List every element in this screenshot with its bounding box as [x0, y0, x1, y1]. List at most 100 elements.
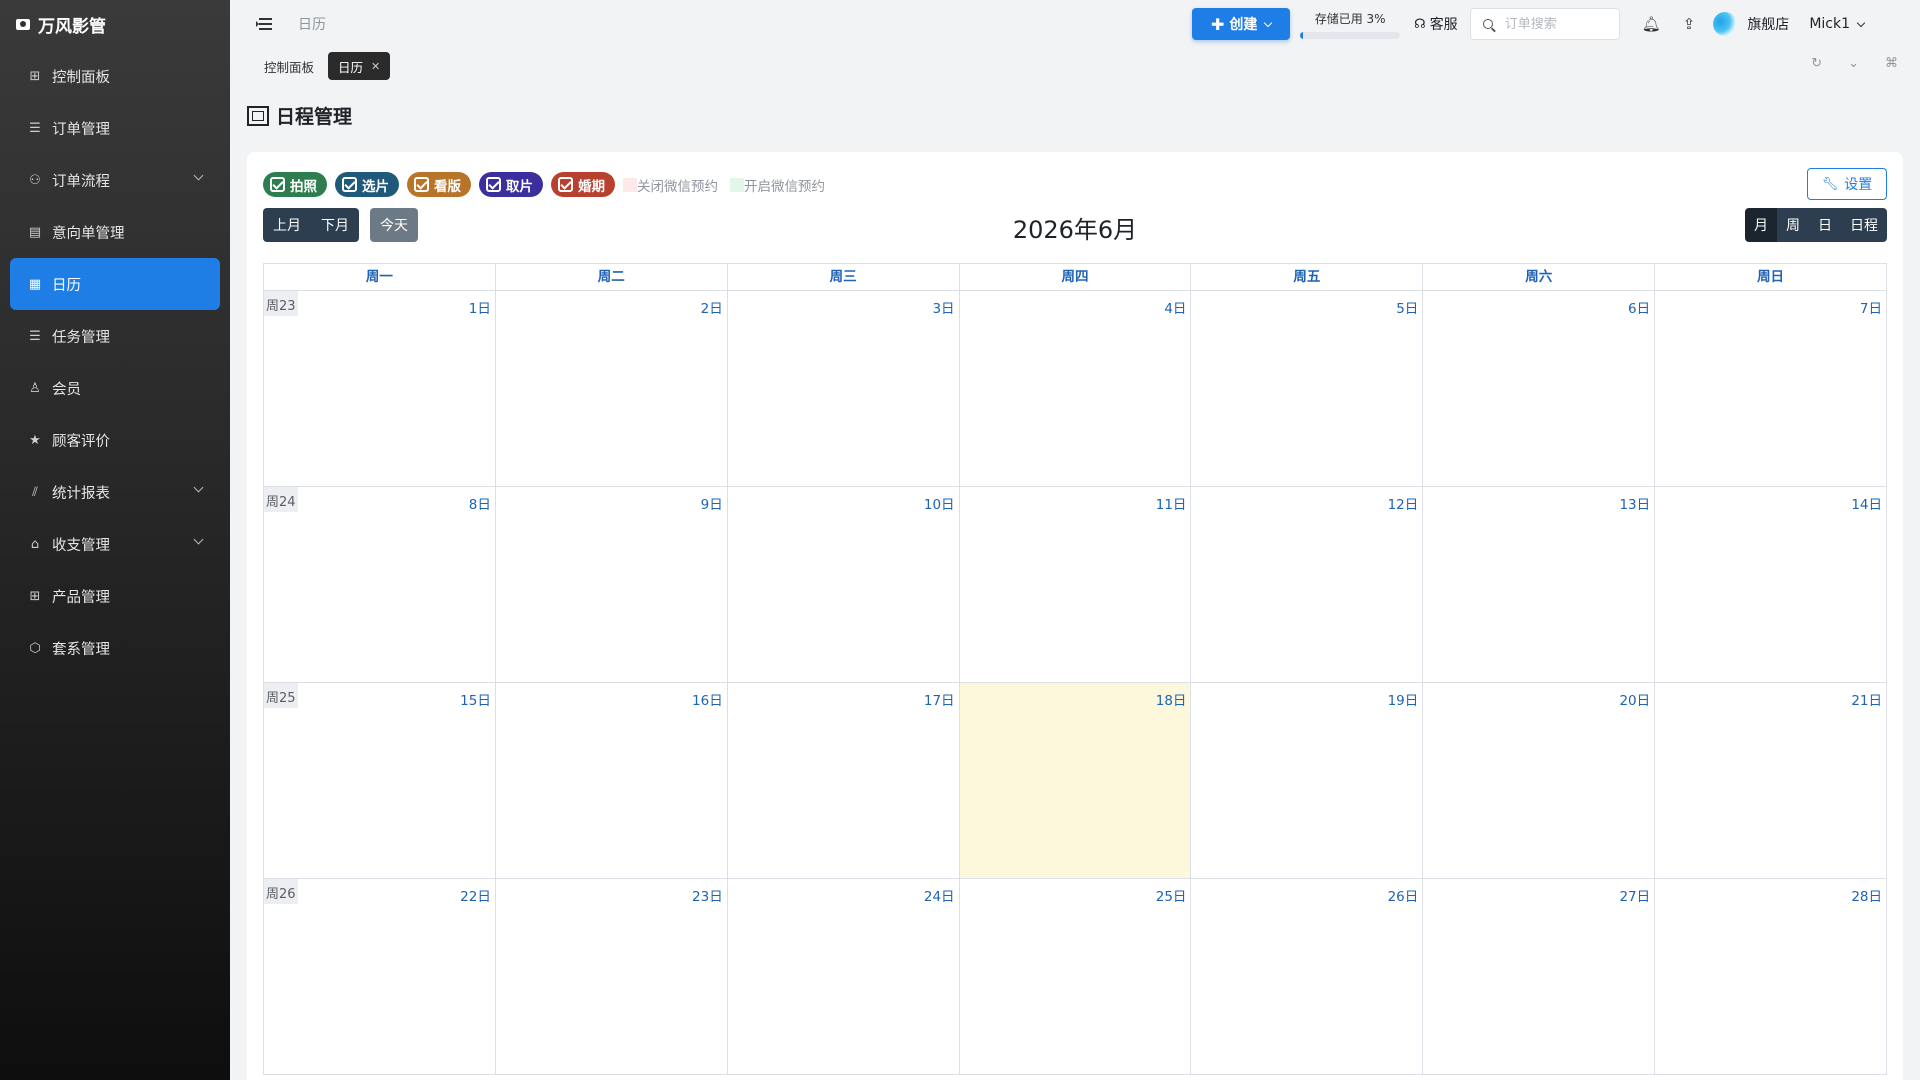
legend-chip[interactable]: 婚期	[551, 172, 615, 197]
menu-toggle-icon[interactable]	[256, 18, 272, 30]
sidebar-item[interactable]: ⬡ 套系管理	[10, 622, 220, 674]
legend-chip[interactable]: 拍照	[263, 172, 327, 197]
day-cell[interactable]: 9日	[495, 487, 728, 683]
chevron-down-icon[interactable]: ⌄	[1848, 56, 1859, 71]
day-number[interactable]: 27日	[1619, 885, 1650, 905]
view-button[interactable]: 月	[1745, 208, 1777, 242]
day-number[interactable]: 11日	[1156, 493, 1187, 513]
day-cell[interactable]: 16日	[495, 683, 728, 879]
sidebar-item[interactable]: ▦ 日历	[10, 258, 220, 310]
customer-service-button[interactable]: ☊ 客服	[1414, 14, 1458, 34]
breadcrumb[interactable]: 日历	[298, 14, 326, 34]
legend-label: 开启微信预约	[744, 178, 825, 195]
day-number[interactable]: 19日	[1388, 689, 1419, 709]
legend-chip[interactable]: 取片	[479, 172, 543, 197]
legend-chip[interactable]: 选片	[335, 172, 399, 197]
day-number[interactable]: 16日	[692, 689, 723, 709]
close-icon[interactable]: ✕	[371, 60, 380, 73]
tab-calendar[interactable]: 日历 ✕	[328, 52, 391, 80]
view-button[interactable]: 日程	[1841, 208, 1887, 242]
sidebar-item[interactable]: ★ 顾客评价	[10, 414, 220, 466]
day-cell[interactable]: 15日	[264, 683, 496, 879]
day-number[interactable]: 22日	[460, 885, 491, 905]
day-cell[interactable]: 10日	[727, 487, 960, 683]
day-cell[interactable]: 3日	[727, 291, 960, 487]
order-search[interactable]	[1469, 8, 1620, 40]
day-number[interactable]: 14日	[1851, 493, 1882, 513]
week-number[interactable]: 周25	[264, 683, 298, 708]
day-cell[interactable]: 21日	[1655, 683, 1887, 879]
week-number[interactable]: 周26	[264, 879, 298, 904]
day-number[interactable]: 28日	[1851, 885, 1882, 905]
day-number[interactable]: 18日	[1156, 689, 1187, 709]
day-cell[interactable]: 6日	[1423, 291, 1656, 487]
day-cell[interactable]: 4日	[959, 291, 1192, 487]
day-cell[interactable]: 11日	[959, 487, 1192, 683]
day-number[interactable]: 24日	[924, 885, 955, 905]
day-number[interactable]: 6日	[1628, 297, 1650, 317]
day-cell[interactable]: 12日	[1191, 487, 1424, 683]
day-number[interactable]: 5日	[1396, 297, 1418, 317]
day-cell[interactable]: 17日	[727, 683, 960, 879]
day-cell[interactable]: 27日	[1423, 879, 1656, 1075]
bell-icon[interactable]: 🔔︎	[1642, 15, 1661, 33]
day-cell[interactable]: 19日	[1191, 683, 1424, 879]
week-number[interactable]: 周23	[264, 291, 298, 316]
day-number[interactable]: 23日	[692, 885, 723, 905]
sidebar-item[interactable]: ☰ 任务管理	[10, 310, 220, 362]
day-number[interactable]: 20日	[1619, 689, 1650, 709]
day-cell[interactable]: 20日	[1423, 683, 1656, 879]
view-button[interactable]: 日	[1809, 208, 1841, 242]
sidebar-item[interactable]: ⊞ 控制面板	[10, 50, 220, 102]
refresh-icon[interactable]: ↻	[1811, 56, 1822, 71]
day-cell[interactable]: 1日	[264, 291, 496, 487]
day-cell[interactable]: 22日	[264, 879, 496, 1075]
user-menu[interactable]: Mick1	[1809, 16, 1866, 32]
sidebar-item[interactable]: ⊞ 产品管理	[10, 570, 220, 622]
fullscreen-icon[interactable]: ⌘	[1885, 56, 1898, 71]
day-cell[interactable]: 28日	[1655, 879, 1887, 1075]
day-cell[interactable]: 2日	[495, 291, 728, 487]
create-button[interactable]: ✚ 创建	[1192, 8, 1291, 40]
day-number[interactable]: 21日	[1851, 689, 1882, 709]
upload-icon[interactable]: ⇪	[1683, 15, 1696, 33]
day-cell[interactable]: 26日	[1191, 879, 1424, 1075]
sidebar-item[interactable]: ♙ 会员	[10, 362, 220, 414]
day-cell[interactable]: 14日	[1655, 487, 1887, 683]
day-cell[interactable]: 23日	[495, 879, 728, 1075]
day-number[interactable]: 2日	[701, 297, 723, 317]
day-number[interactable]: 15日	[460, 689, 491, 709]
sidebar-item[interactable]: ⚇ 订单流程	[10, 154, 220, 206]
sidebar-item[interactable]: ☰ 订单管理	[10, 102, 220, 154]
day-number[interactable]: 10日	[924, 493, 955, 513]
day-number[interactable]: 8日	[469, 493, 491, 513]
day-number[interactable]: 9日	[701, 493, 723, 513]
week-number[interactable]: 周24	[264, 487, 298, 512]
sidebar-item[interactable]: ▤ 意向单管理	[10, 206, 220, 258]
legend-chip[interactable]: 看版	[407, 172, 471, 197]
day-cell[interactable]: 8日	[264, 487, 496, 683]
view-button[interactable]: 周	[1777, 208, 1809, 242]
day-number[interactable]: 12日	[1388, 493, 1419, 513]
day-cell-today[interactable]: 18日	[959, 683, 1192, 879]
day-number[interactable]: 25日	[1156, 885, 1187, 905]
day-number[interactable]: 13日	[1619, 493, 1650, 513]
day-cell[interactable]: 25日	[959, 879, 1192, 1075]
brand[interactable]: 万风影管	[0, 0, 230, 48]
day-number[interactable]: 17日	[924, 689, 955, 709]
tab-dashboard[interactable]: 控制面板	[254, 52, 324, 80]
sidebar-item[interactable]: ⫽ 统计报表	[10, 466, 220, 518]
day-number[interactable]: 1日	[469, 297, 491, 317]
day-cell[interactable]: 24日	[727, 879, 960, 1075]
day-cell[interactable]: 5日	[1191, 291, 1424, 487]
settings-button[interactable]: 🔧︎ 设置	[1807, 168, 1887, 200]
sidebar-item[interactable]: ⌂ 收支管理	[10, 518, 220, 570]
day-number[interactable]: 4日	[1164, 297, 1186, 317]
day-number[interactable]: 26日	[1388, 885, 1419, 905]
day-cell[interactable]: 13日	[1423, 487, 1656, 683]
day-number[interactable]: 3日	[932, 297, 954, 317]
shop-switcher[interactable]: 旗舰店	[1713, 12, 1789, 36]
day-cell[interactable]: 7日	[1655, 291, 1887, 487]
search-input[interactable]	[1504, 16, 1605, 32]
day-number[interactable]: 7日	[1860, 297, 1882, 317]
